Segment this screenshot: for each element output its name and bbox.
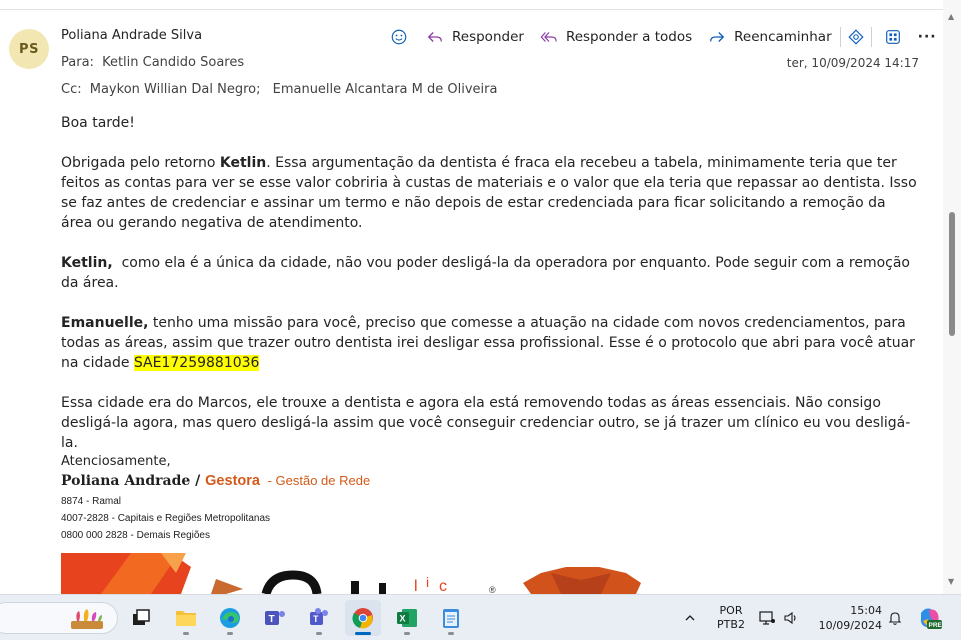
svg-text:l: l: [414, 578, 418, 594]
paragraph-4: Essa cidade era do Marcos, ele trouxe a …: [61, 395, 911, 451]
volume-control[interactable]: [780, 600, 802, 636]
taskbar-task-view[interactable]: [123, 600, 159, 636]
toolbar-divider: [870, 27, 872, 47]
email-actions-toolbar: Responder Responder a todos Reencaminhar: [388, 26, 937, 48]
tulip-flowers-icon: [71, 609, 103, 629]
top-divider: [0, 9, 943, 10]
taskbar-excel[interactable]: X: [389, 600, 425, 636]
taskbar-search-box[interactable]: [0, 602, 118, 634]
svg-text:c: c: [439, 578, 447, 594]
forward-label: Reencaminhar: [734, 29, 832, 45]
copilot-icon: PRE: [920, 608, 943, 629]
scroll-thumb[interactable]: [949, 212, 955, 336]
email-reading-pane: PS Poliana Andrade Silva Para: Ketlin Ca…: [0, 0, 943, 594]
signature-phone-capitals: 4007-2828 - Capitais e Regiões Metropoli…: [61, 513, 271, 524]
signature-phone-other: 0800 000 2828 - Demais Regiões: [61, 530, 210, 541]
taskbar-teams[interactable]: T: [301, 600, 337, 636]
sender-avatar[interactable]: PS: [9, 29, 49, 69]
email-date: ter, 10/09/2024 14:17: [786, 56, 919, 70]
signature: Atenciosamente, Poliana Andrade / Gestor…: [61, 453, 370, 544]
chrome-browser-icon: [352, 608, 373, 629]
taskbar-teams-classic[interactable]: T: [257, 600, 293, 636]
clock-time: 15:04: [850, 604, 882, 617]
svg-text:X: X: [400, 614, 406, 624]
svg-text:T: T: [269, 614, 275, 625]
task-view-icon: [133, 609, 150, 625]
cc-recipient[interactable]: Maykon Willian Dal Negro;: [90, 82, 261, 97]
system-clock[interactable]: 15:04 10/09/2024: [812, 603, 882, 633]
company-logo-banner: l i c ®: [61, 553, 681, 594]
teams-new-icon: T: [310, 608, 328, 625]
vertical-scrollbar[interactable]: ▲ ▼: [943, 0, 961, 594]
taskbar-chrome[interactable]: [345, 600, 381, 636]
signature-dept: - Gestão de Rede: [263, 473, 371, 488]
greeting: Boa tarde!: [61, 115, 135, 131]
loop-diamond-icon: [845, 26, 867, 48]
svg-text:i: i: [426, 574, 429, 590]
signature-extension: 8874 - Ramal: [61, 496, 122, 507]
reply-all-button[interactable]: Responder a todos: [538, 26, 692, 48]
reply-all-arrow-icon: [538, 26, 560, 48]
protocol-number: SAE17259881036: [133, 355, 260, 371]
cc-recipient[interactable]: Emanuelle Alcantara M de Oliveira: [273, 82, 498, 97]
to-line: Para: Ketlin Candido Soares: [61, 55, 248, 70]
toolbar-divider: [839, 27, 841, 47]
paragraph-3: Emanuelle, tenho uma missão para você, p…: [61, 315, 915, 371]
apps-button[interactable]: [882, 26, 904, 48]
svg-text:®: ®: [489, 585, 496, 594]
signature-role: Gestora: [205, 473, 260, 489]
sender-name[interactable]: Poliana Andrade Silva: [61, 28, 202, 43]
forward-button[interactable]: Reencaminhar: [706, 26, 832, 48]
signature-regards: Atenciosamente,: [61, 454, 171, 469]
reply-all-label: Responder a todos: [565, 29, 693, 45]
network-status[interactable]: [756, 600, 778, 636]
reply-arrow-icon: [424, 26, 446, 48]
cc-line: Cc: Maykon Willian Dal Negro; Emanuelle …: [61, 82, 501, 97]
edge-browser-icon: [220, 608, 240, 628]
bell-icon: [888, 612, 902, 625]
reply-button[interactable]: Responder: [424, 26, 524, 48]
excel-icon: X: [397, 609, 417, 627]
cc-label: Cc:: [61, 82, 82, 97]
taskbar-notepad[interactable]: [433, 600, 469, 636]
paragraph-2: Ketlin, como ela é a única da cidade, nã…: [61, 255, 915, 291]
scroll-down-arrow-icon[interactable]: ▼: [948, 577, 954, 586]
scroll-up-arrow-icon[interactable]: ▲: [948, 12, 954, 21]
chevron-up-icon: [685, 615, 695, 621]
email-body: Boa tarde! Obrigada pelo retorno Ketlin.…: [61, 113, 921, 473]
teams-icon: T: [265, 611, 285, 625]
to-label: Para:: [61, 55, 94, 70]
more-actions-button[interactable]: ···: [918, 26, 937, 48]
reply-label: Responder: [452, 29, 524, 45]
notifications-button[interactable]: [884, 600, 906, 636]
paragraph-1: Obrigada pelo retorno Ketlin. Essa argum…: [61, 155, 917, 231]
windows-taskbar: T T X POR PTB2 15:04 10/09/2024 PRE: [0, 594, 961, 640]
loop-button[interactable]: [845, 26, 867, 48]
taskbar-edge[interactable]: [212, 600, 248, 636]
apps-grid-icon: [882, 26, 904, 48]
notepad-icon: [443, 609, 459, 628]
copilot-badge: PRE: [929, 622, 943, 629]
smiley-icon: [388, 26, 410, 48]
input-language-indicator[interactable]: POR PTB2: [714, 604, 748, 632]
forward-arrow-icon: [706, 26, 728, 48]
folder-icon: [176, 611, 196, 626]
svg-text:T: T: [313, 614, 319, 624]
show-hidden-icons-button[interactable]: [676, 600, 704, 636]
clock-date: 10/09/2024: [818, 619, 882, 632]
emoji-reaction-button[interactable]: [388, 26, 410, 48]
taskbar-file-explorer[interactable]: [168, 600, 204, 636]
more-icon: ···: [917, 29, 937, 45]
signature-name-line: Poliana Andrade / Gestora - Gestão de Re…: [61, 473, 371, 489]
copilot-button[interactable]: PRE: [914, 600, 946, 636]
monitor-network-icon: [759, 611, 775, 625]
to-recipient[interactable]: Ketlin Candido Soares: [102, 55, 244, 70]
speaker-icon: [784, 611, 796, 625]
